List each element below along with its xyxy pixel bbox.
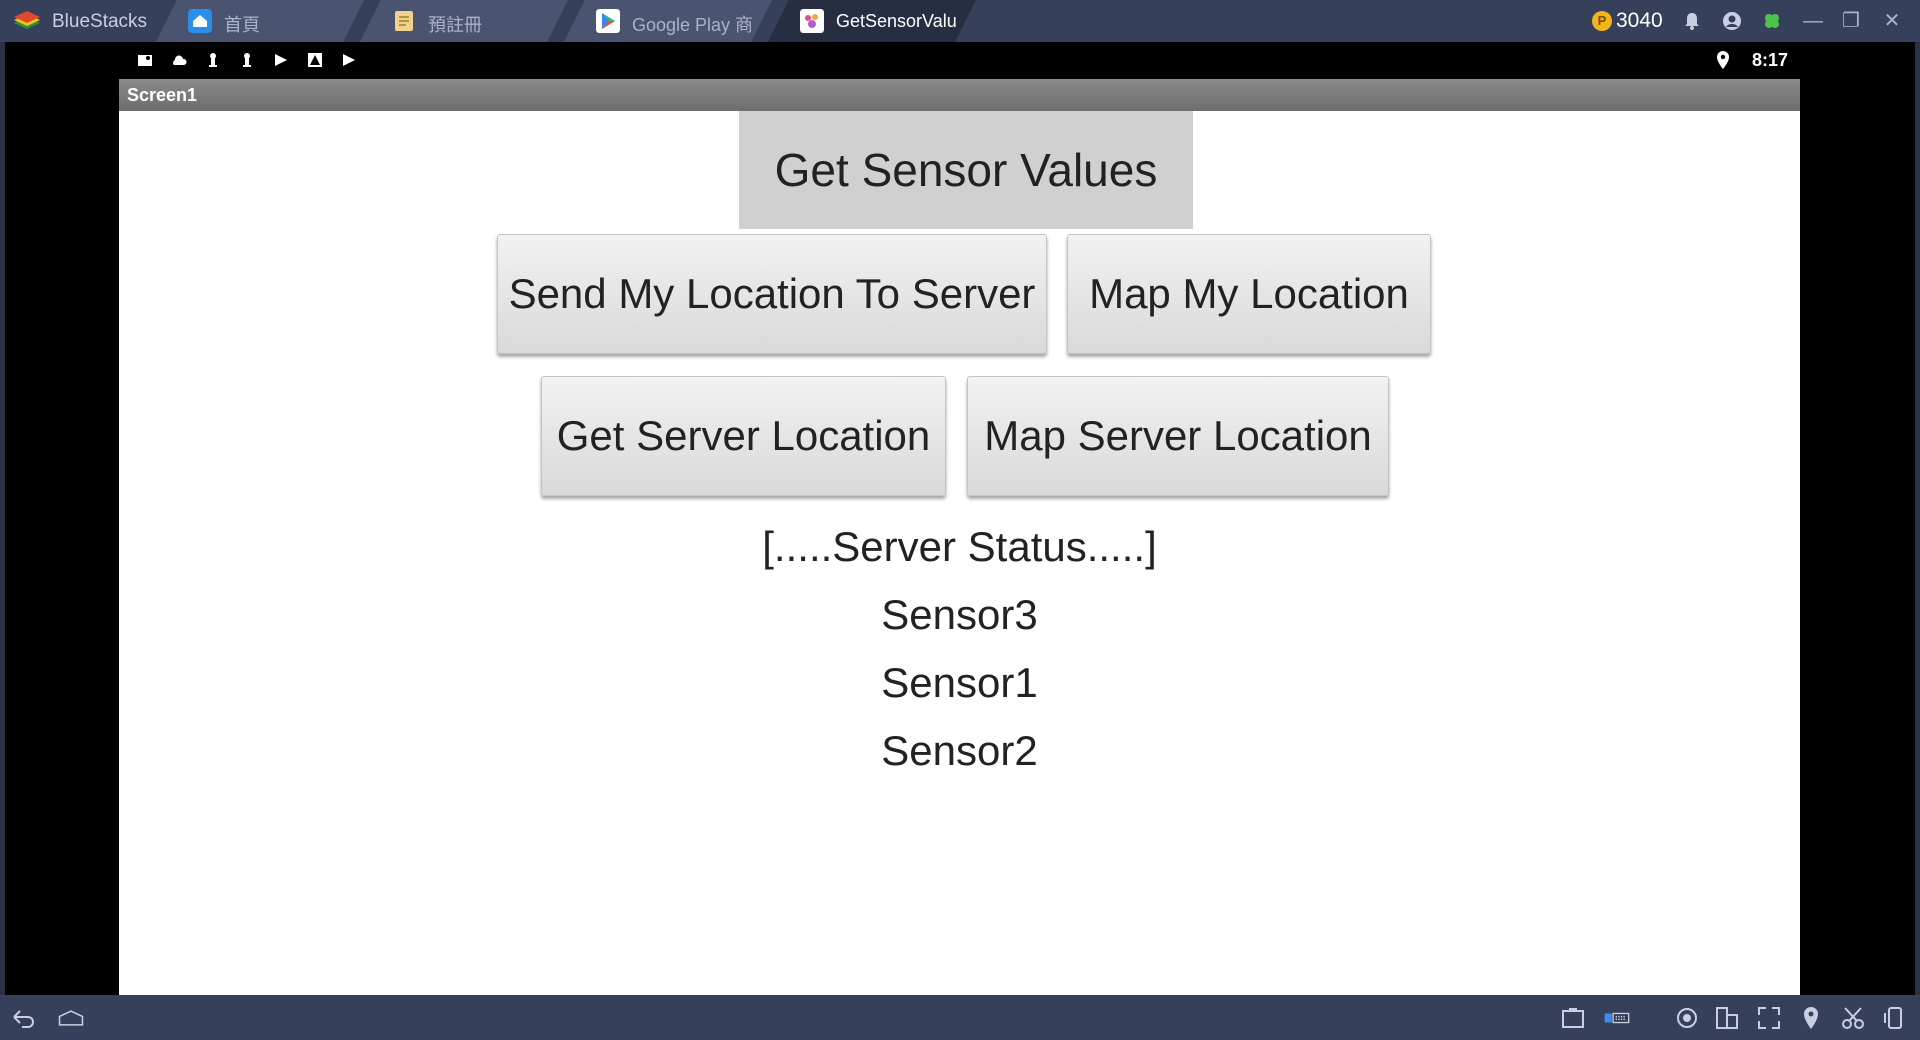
map-my-location-button[interactable]: Map My Location: [1067, 234, 1431, 354]
close-icon[interactable]: ✕: [1879, 8, 1905, 34]
scissors-icon[interactable]: [1840, 1005, 1866, 1031]
title-bar: BlueStacks 首頁 預註冊 Google Play 商店: [0, 0, 1920, 42]
notification-play-icon: [275, 54, 287, 66]
bluestacks-logo-icon[interactable]: [12, 9, 42, 33]
screen-title: Screen1: [127, 85, 198, 105]
send-location-button[interactable]: Send My Location To Server: [497, 234, 1047, 354]
get-sensor-values-button[interactable]: Get Sensor Values: [739, 111, 1193, 229]
brand-name: BlueStacks: [52, 11, 148, 32]
home-icon[interactable]: [58, 1005, 84, 1031]
coin-icon: P: [1592, 11, 1612, 31]
minimize-icon[interactable]: —: [1800, 8, 1826, 34]
tab-label: 預註冊: [428, 15, 482, 35]
clover-icon[interactable]: [1761, 10, 1783, 32]
tab-getsensorvalue[interactable]: GetSensorValue: [768, 0, 976, 42]
server-status-label: [.....Server Status.....]: [762, 523, 1157, 570]
tab-label: Google Play 商店: [632, 15, 752, 35]
map-server-location-button[interactable]: Map Server Location: [967, 376, 1389, 496]
rotate-device-icon[interactable]: [1882, 1005, 1908, 1031]
notification-chess-icon: [243, 53, 251, 67]
tab-home[interactable]: 首頁: [156, 0, 364, 42]
bottom-toolbar: [0, 995, 1920, 1040]
app-screen: Screen1 Get Sensor Values Send My Locati…: [119, 79, 1800, 995]
notification-chess-icon: [209, 53, 217, 67]
sensor-label: Sensor2: [881, 727, 1038, 774]
location-icon: [1717, 51, 1729, 69]
fullscreen-icon[interactable]: [1756, 1005, 1782, 1031]
app-title-bar: Screen1: [119, 79, 1800, 111]
location-icon[interactable]: [1798, 1005, 1824, 1031]
notification-cloud-icon: [173, 55, 187, 65]
get-server-location-button[interactable]: Get Server Location: [541, 376, 946, 496]
notepad-icon: [395, 11, 413, 31]
notification-photo-icon: [138, 55, 152, 66]
multi-window-icon[interactable]: [1714, 1005, 1740, 1031]
tab-google-play[interactable]: Google Play 商店: [564, 0, 772, 42]
sensor-label: Sensor1: [881, 659, 1038, 706]
bell-icon[interactable]: [1681, 10, 1703, 32]
app-icon: [800, 9, 824, 33]
back-icon[interactable]: [10, 1005, 36, 1031]
play-store-icon: [596, 9, 620, 33]
account-icon[interactable]: [1721, 10, 1743, 32]
target-icon[interactable]: [1674, 1005, 1700, 1031]
notification-play-icon: [343, 54, 355, 66]
tab-label: GetSensorValue: [836, 11, 956, 31]
tab-label: 首頁: [224, 15, 260, 35]
notification-app-icon: [308, 53, 322, 67]
coin-count: 3040: [1616, 9, 1663, 32]
tab-preregister[interactable]: 預註冊: [360, 0, 568, 42]
restore-icon[interactable]: ❐: [1838, 8, 1864, 34]
emulator-screen: 8:17 Screen1 Get Sensor Values Send My L…: [5, 42, 1915, 995]
keyboard-icon[interactable]: [1604, 1005, 1630, 1031]
android-status-bar: 8:17: [5, 42, 1915, 79]
sensor-label: Sensor3: [881, 591, 1038, 638]
status-time: 8:17: [1752, 50, 1789, 70]
home-icon: [188, 9, 212, 33]
screenshot-icon[interactable]: [1560, 1005, 1586, 1031]
